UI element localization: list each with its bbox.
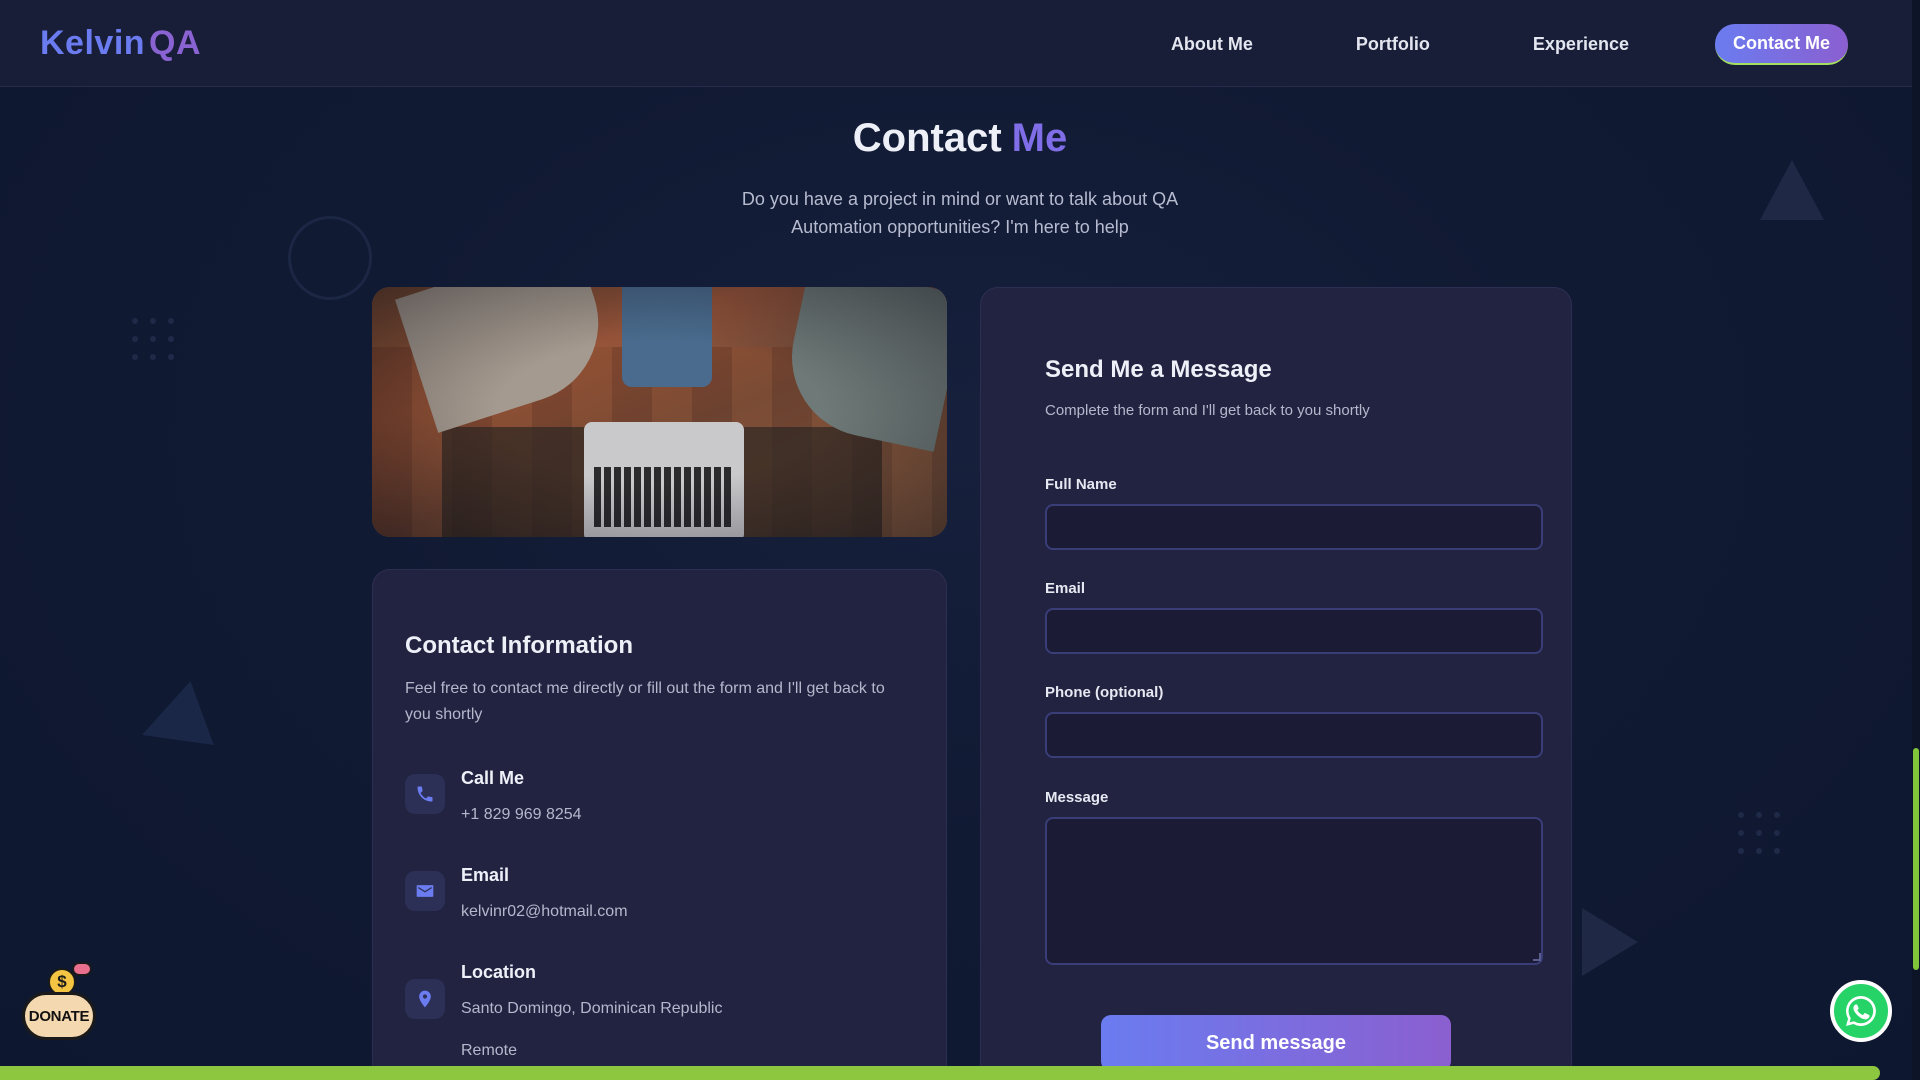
decorative-dots	[1738, 812, 1780, 854]
nav-contact-me[interactable]: Contact Me	[1714, 24, 1848, 65]
phone-number[interactable]: +1 829 969 8254	[461, 806, 582, 824]
contact-info-text: Feel free to contact me directly or fill…	[405, 680, 885, 723]
contact-info-card: Contact Information Feel free to contact…	[372, 569, 947, 1080]
nav-experience[interactable]: Experience	[1533, 34, 1629, 55]
decorative-triangle	[130, 681, 214, 767]
donate-label: DONATE	[22, 992, 96, 1040]
contact-form-card: Send Me a Message Complete the form and …	[980, 287, 1572, 1080]
phone-input[interactable]	[1045, 712, 1543, 758]
scroll-progress-bar	[0, 1066, 1880, 1080]
contact-item-label: Location	[461, 962, 536, 982]
scrollbar-thumb[interactable]	[1913, 748, 1919, 970]
send-message-button[interactable]: Send message	[1101, 1015, 1451, 1071]
phone-icon	[405, 774, 445, 814]
location-value: Santo Domingo, Dominican Republic	[461, 1000, 723, 1017]
page-subtitle: Do you have a project in mind or want to…	[741, 189, 1179, 237]
contact-item-phone[interactable]: Call Me +1 829 969 8254	[405, 768, 925, 848]
nav-portfolio[interactable]: Portfolio	[1356, 34, 1430, 55]
decorative-circle	[288, 216, 372, 300]
message-textarea[interactable]	[1045, 817, 1543, 965]
location-extra: Remote	[461, 1042, 518, 1059]
logo-text-qa: QA	[149, 24, 202, 62]
phone-label: Phone (optional)	[1045, 684, 1164, 701]
full-name-label: Full Name	[1045, 476, 1117, 493]
site-header: Kelvin QA About Me Portfolio Experience C…	[0, 0, 1912, 87]
message-label: Message	[1045, 789, 1109, 806]
decorative-dots	[132, 318, 174, 360]
contact-info-title: Contact Information	[405, 632, 633, 659]
email-input[interactable]	[1045, 608, 1543, 654]
textarea-resize-handle[interactable]	[1533, 953, 1541, 961]
donate-button[interactable]: $ DONATE	[18, 962, 100, 1044]
site-logo[interactable]: Kelvin QA	[40, 24, 201, 63]
decorative-triangle	[1760, 160, 1824, 220]
page-title: Contact Me	[0, 116, 1920, 161]
email-label: Email	[1045, 580, 1086, 597]
contact-photo	[372, 287, 947, 537]
contact-item-label: Call Me	[461, 768, 525, 788]
decorative-triangle	[1582, 908, 1638, 976]
email-address[interactable]: kelvinr02@hotmail.com	[461, 903, 628, 921]
mail-icon	[405, 871, 445, 911]
contact-item-label: Email	[461, 865, 510, 885]
page-title-main: Contact	[852, 116, 1002, 160]
full-name-input[interactable]	[1045, 504, 1543, 550]
whatsapp-icon	[1846, 996, 1876, 1026]
whatsapp-button[interactable]	[1830, 980, 1892, 1042]
page-title-accent: Me	[1011, 116, 1068, 160]
hand-icon	[72, 962, 92, 976]
form-subtitle: Complete the form and I'll get back to y…	[1045, 402, 1370, 419]
contact-item-location: Location Santo Domingo, Dominican Republ…	[405, 962, 925, 1072]
location-icon	[405, 979, 445, 1019]
nav-about-me[interactable]: About Me	[1171, 34, 1253, 55]
form-title: Send Me a Message	[1045, 356, 1272, 383]
logo-text-kelvin: Kelvin	[40, 24, 146, 62]
main-nav: About Me Portfolio Experience Contact Me	[1068, 24, 1848, 65]
contact-item-email[interactable]: Email kelvinr02@hotmail.com	[405, 865, 925, 945]
